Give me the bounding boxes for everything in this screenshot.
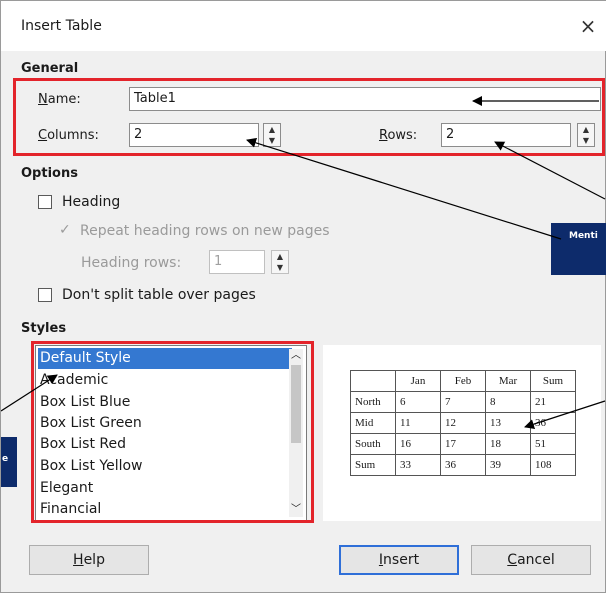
- arrow-to-styles-list: [1, 374, 58, 412]
- annotation-arrows: [1, 96, 606, 429]
- insert-table-dialog: Insert Table × General Name: Table1 Colu…: [0, 0, 606, 593]
- arrow-to-columns-field: [246, 137, 562, 240]
- arrow-to-rows-field: [494, 141, 606, 200]
- arrow-to-preview: [524, 400, 606, 429]
